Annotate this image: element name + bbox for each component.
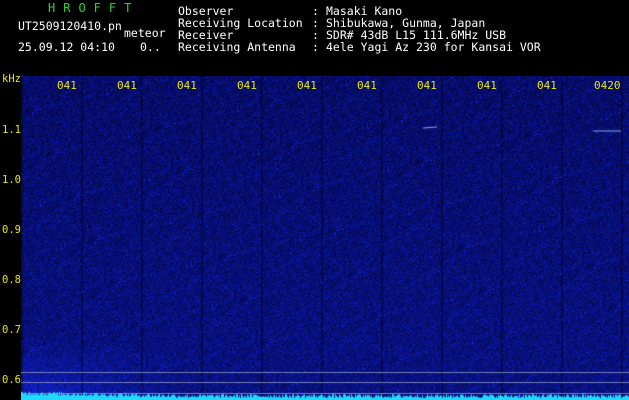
x-tick-label: 041	[237, 79, 257, 92]
x-tick-label: 041	[417, 79, 437, 92]
info-antenna-value: 4ele Yagi Az 230 for Kansai VOR	[326, 40, 541, 54]
x-tick-label: 041	[117, 79, 137, 92]
spectrogram-canvas	[21, 76, 629, 400]
file-name-suffix: meteor	[124, 26, 166, 40]
info-antenna-label: Receiving Antenna	[178, 40, 296, 54]
y-tick-label: 0.9	[2, 224, 21, 236]
y-tick-label: 0.7	[2, 324, 21, 336]
x-tick-label: 041	[537, 79, 557, 92]
y-tick-label: 1.0	[2, 174, 21, 186]
header-panel: HROFFT UT2509120410.pn meteor 25.09.12 0…	[0, 0, 629, 76]
x-tick-label: 0420	[594, 79, 621, 92]
file-name: UT2509120410.pn	[18, 19, 122, 33]
y-axis-unit: kHz	[2, 73, 21, 85]
app-logo: HROFFT	[48, 1, 140, 15]
info-sep-antenna: :	[312, 40, 326, 54]
y-tick-label: 0.8	[2, 274, 21, 286]
x-tick-label: 041	[57, 79, 77, 92]
extra-value: 0..	[140, 40, 161, 54]
timestamp: 25.09.12 04:10	[18, 40, 115, 54]
x-tick-label: 041	[177, 79, 197, 92]
y-tick-label: 0.6	[2, 374, 21, 386]
x-tick-label: 041	[297, 79, 317, 92]
x-tick-label: 041	[477, 79, 497, 92]
x-tick-label: 041	[357, 79, 377, 92]
y-tick-label: 1.1	[2, 124, 21, 136]
